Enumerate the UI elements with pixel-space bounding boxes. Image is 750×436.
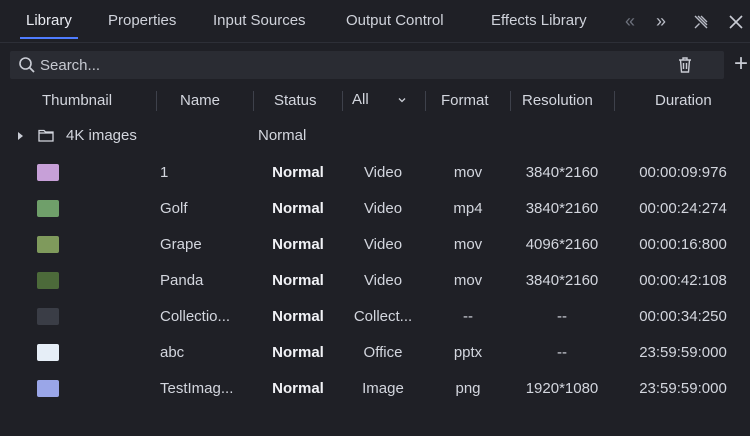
folder-row[interactable]: 4K images Normal: [0, 118, 750, 154]
expand-arrow-icon[interactable]: [18, 132, 23, 140]
search-input[interactable]: [40, 51, 640, 79]
type-filter-value: All: [352, 91, 369, 108]
thumbnail-image: [37, 200, 59, 217]
row-status: Normal: [272, 236, 324, 253]
table-row[interactable]: Grape Normal Video mov 4096*2160 00:00:16:800: [0, 227, 750, 263]
tab-output-control[interactable]: Output Control: [346, 0, 444, 42]
table-header: Thumbnail Name Status All Format Resolut…: [0, 86, 750, 116]
row-name: TestImag...: [160, 380, 234, 397]
row-type: Video: [363, 236, 403, 253]
row-name: 1: [160, 164, 169, 181]
table-row[interactable]: abc Normal Office pptx -- 23:59:59:000: [0, 335, 750, 371]
chevron-down-icon: [398, 98, 406, 103]
row-name: Collectio...: [160, 308, 231, 325]
folder-name: 4K images: [66, 127, 137, 144]
row-name: Panda: [160, 272, 204, 289]
folder-icon: [38, 129, 54, 142]
search-box: [10, 51, 724, 79]
trash-icon[interactable]: [676, 55, 694, 75]
column-divider[interactable]: [253, 91, 254, 111]
row-status: Normal: [272, 344, 324, 361]
tab-properties[interactable]: Properties: [108, 0, 176, 42]
search-icon: [19, 57, 35, 73]
row-name: abc: [160, 344, 185, 361]
row-resolution: 1920*1080: [525, 380, 599, 397]
table-row[interactable]: Collectio... Normal Collect... -- -- 00:00:34…: [0, 299, 750, 335]
row-duration: 00:00:24:274: [639, 200, 727, 217]
row-format: png: [455, 380, 481, 397]
type-filter-dropdown[interactable]: All: [347, 86, 413, 114]
row-format: mov: [453, 164, 483, 181]
table-row[interactable]: Golf Normal Video mp4 3840*2160 00:00:24:274: [0, 191, 750, 227]
thumbnail-image: [37, 272, 59, 289]
column-divider[interactable]: [342, 91, 343, 111]
thumbnail-image: [37, 236, 59, 253]
column-divider[interactable]: [425, 91, 426, 111]
row-type: Video: [363, 164, 403, 181]
column-header-format[interactable]: Format: [441, 86, 489, 116]
tab-library[interactable]: Library: [20, 0, 78, 42]
close-icon[interactable]: [724, 0, 748, 42]
tab-input-sources[interactable]: Input Sources: [213, 0, 306, 42]
row-type: Video: [363, 272, 403, 289]
row-duration: 23:59:59:000: [639, 344, 727, 361]
row-duration: 00:00:16:800: [639, 236, 727, 253]
row-format: mov: [453, 236, 483, 253]
add-icon[interactable]: +: [730, 50, 750, 78]
row-status: Normal: [272, 380, 324, 397]
row-format: mov: [453, 272, 483, 289]
tab-bar: Library Properties Input Sources Output …: [0, 0, 750, 43]
row-format: mp4: [453, 200, 483, 217]
row-resolution: 3840*2160: [525, 272, 599, 289]
column-header-thumbnail[interactable]: Thumbnail: [42, 86, 112, 116]
column-header-name[interactable]: Name: [180, 86, 220, 116]
tab-effects-library[interactable]: Effects Library: [491, 0, 587, 42]
row-type: Collect...: [353, 308, 413, 325]
row-name: Golf: [160, 200, 188, 217]
row-resolution: --: [557, 308, 567, 325]
row-resolution: 3840*2160: [525, 200, 599, 217]
row-status: Normal: [272, 164, 324, 181]
column-header-status[interactable]: Status: [274, 86, 317, 116]
row-type: Image: [362, 380, 404, 397]
row-resolution: --: [557, 344, 567, 361]
thumbnail-image: [37, 380, 59, 397]
thumbnail-image: [37, 164, 59, 181]
row-type: Office: [363, 344, 403, 361]
row-resolution: 4096*2160: [525, 236, 599, 253]
chevron-double-left-icon[interactable]: «: [618, 0, 642, 42]
table-row[interactable]: Panda Normal Video mov 3840*2160 00:00:42:108: [0, 263, 750, 299]
thumbnail-image: [37, 344, 59, 361]
row-duration: 00:00:34:250: [639, 308, 727, 325]
row-duration: 23:59:59:000: [639, 380, 727, 397]
column-divider[interactable]: [614, 91, 615, 111]
column-header-duration[interactable]: Duration: [655, 86, 712, 116]
row-status: Normal: [272, 272, 324, 289]
column-divider[interactable]: [510, 91, 511, 111]
unpin-icon[interactable]: [689, 0, 713, 42]
row-type: Video: [363, 200, 403, 217]
row-resolution: 3840*2160: [525, 164, 599, 181]
chevron-double-right-icon[interactable]: »: [649, 0, 673, 42]
row-duration: 00:00:42:108: [639, 272, 727, 289]
row-duration: 00:00:09:976: [639, 164, 727, 181]
column-divider[interactable]: [156, 91, 157, 111]
row-status: Normal: [272, 308, 324, 325]
row-status: Normal: [272, 200, 324, 217]
row-format: pptx: [453, 344, 483, 361]
column-header-resolution[interactable]: Resolution: [522, 86, 593, 116]
row-name: Grape: [160, 236, 202, 253]
table-row[interactable]: 1 Normal Video mov 3840*2160 00:00:09:976: [0, 155, 750, 191]
table-row[interactable]: TestImag... Normal Image png 1920*1080 23:59:…: [0, 371, 750, 407]
thumbnail-image: [37, 308, 59, 325]
folder-status: Normal: [258, 127, 307, 144]
row-format: --: [463, 308, 473, 325]
